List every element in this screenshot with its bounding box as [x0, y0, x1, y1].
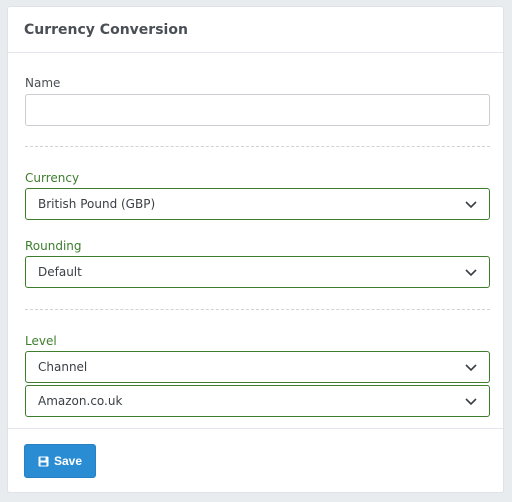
currency-label: Currency: [25, 171, 80, 185]
chevron-down-icon: [465, 364, 477, 372]
card-footer: Save: [8, 428, 503, 492]
chevron-down-icon: [465, 398, 477, 406]
level-type-selected-value: Channel: [38, 360, 88, 374]
currency-select[interactable]: British Pound (GBP): [25, 188, 490, 220]
card-body: Name Currency British Pound (GBP) Roundi…: [8, 53, 503, 428]
floppy-disk-icon: [38, 456, 49, 466]
channel-selected-value: Amazon.co.uk: [38, 394, 123, 408]
name-input[interactable]: [25, 94, 490, 126]
chevron-down-icon: [465, 201, 477, 209]
save-button-label: Save: [53, 454, 83, 468]
channel-select[interactable]: Amazon.co.uk: [25, 385, 490, 417]
page-title: Currency Conversion: [24, 21, 188, 38]
section-divider: [25, 146, 490, 147]
card-header: Currency Conversion: [8, 7, 503, 53]
chevron-down-icon: [465, 269, 477, 277]
name-label: Name: [25, 76, 61, 90]
level-type-select[interactable]: Channel: [25, 351, 490, 383]
rounding-select[interactable]: Default: [25, 256, 490, 288]
rounding-label: Rounding: [25, 239, 82, 253]
section-divider: [25, 309, 490, 310]
level-label: Level: [25, 334, 57, 348]
currency-conversion-card: Currency Conversion Name Currency Britis…: [7, 6, 504, 493]
save-button[interactable]: Save: [24, 444, 96, 478]
currency-selected-value: British Pound (GBP): [38, 197, 156, 211]
rounding-selected-value: Default: [38, 265, 82, 279]
